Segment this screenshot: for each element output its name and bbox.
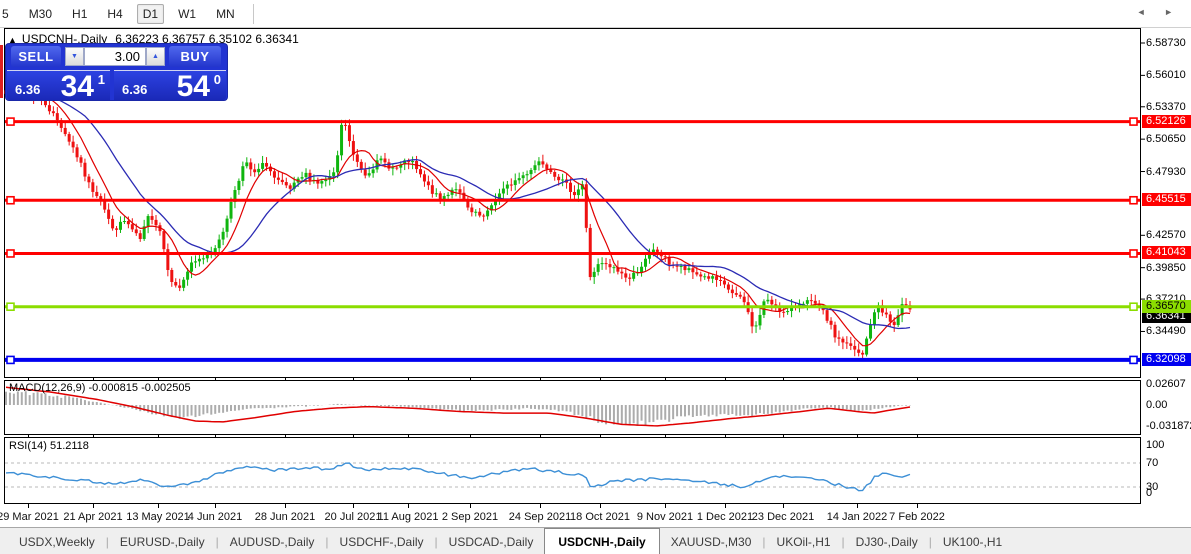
date-axis-label: 21 Apr 2021 [63, 511, 122, 523]
candles-group [5, 82, 912, 358]
date-axis-label: 2 Sep 2021 [442, 511, 498, 523]
price-axis-tick-label: 6.47930 [1146, 166, 1186, 179]
volume-increase-button[interactable]: ▲ [146, 47, 165, 66]
price-axis-tick-label: 6.50650 [1146, 133, 1186, 146]
horizontal-line-6.52126[interactable] [5, 118, 1140, 125]
date-axis-label: 11 Aug 2021 [378, 511, 439, 523]
date-axis-label: 14 Jan 2022 [827, 511, 888, 523]
price-axis-tick-label: 6.58730 [1146, 37, 1186, 50]
terminal-window: 5M30H1H4D1W1MN ▲USDCNH-,Daily6.36223 6.3… [0, 0, 1191, 554]
price-axis-tick-label: 6.42570 [1146, 229, 1186, 242]
macd-axis-tick-label: -0.031872 [1146, 420, 1191, 433]
macd-axis-tick-label: 0.00 [1146, 399, 1167, 412]
rsi-panel-border [5, 438, 1141, 504]
horizontal-line-6.32098[interactable] [5, 356, 1140, 363]
date-axis-label: 7 Feb 2022 [889, 511, 945, 523]
chart-tab-usdcad-daily[interactable]: USDCAD-,Daily [438, 535, 545, 549]
date-axis-label: 1 Dec 2021 [697, 511, 753, 523]
chart-tab-uk100-h1[interactable]: UK100-,H1 [932, 535, 1013, 549]
buy-price-small: 6.36 [122, 82, 147, 97]
date-axis-label: 24 Sep 2021 [509, 511, 571, 523]
sell-price-small: 6.36 [15, 82, 40, 97]
buy-button[interactable]: BUY [169, 46, 221, 67]
sell-price-panel[interactable]: 6.36 34 1 [7, 70, 110, 100]
trade-widget-top-row: SELL ▼ 3.00 ▲ BUY [6, 44, 227, 69]
level-price-label: 6.45515 [1142, 193, 1191, 206]
clipped-candle-fragment [0, 45, 3, 98]
volume-input[interactable]: 3.00 [84, 47, 146, 66]
sell-button[interactable]: SELL [11, 46, 61, 67]
buy-price-sup: 0 [214, 72, 221, 87]
price-axis-tick-label: 6.53370 [1146, 101, 1186, 114]
date-axis-label: 9 Nov 2021 [637, 511, 693, 523]
level-price-label: 6.36570 [1142, 300, 1191, 313]
date-axis-label: 18 Oct 2021 [570, 511, 630, 523]
horizontal-line-6.36570[interactable] [5, 303, 1140, 310]
date-axis-label: 29 Mar 2021 [0, 511, 59, 523]
rsi-indicator-label: RSI(14) 51.2118 [9, 440, 89, 452]
rsi-axis-tick-label: 100 [1146, 439, 1164, 452]
chart-tab-audusd-daily[interactable]: AUDUSD-,Daily [219, 535, 326, 549]
volume-decrease-button[interactable]: ▼ [65, 47, 84, 66]
chart-tab-dj30-daily[interactable]: DJ30-,Daily [845, 535, 929, 549]
one-click-trade-widget: SELL ▼ 3.00 ▲ BUY 6.36 34 1 6.36 54 0 [6, 44, 227, 100]
date-axis-label: 13 May 2021 [126, 511, 190, 523]
level-price-label: 6.41043 [1142, 246, 1191, 259]
date-axis-label: 4 Jun 2021 [188, 511, 242, 523]
chart-tab-usdcnh-daily[interactable]: USDCNH-,Daily [544, 528, 659, 554]
chart-tab-xauusd-m30[interactable]: XAUUSD-,M30 [660, 535, 763, 549]
sell-price-sup: 1 [98, 72, 105, 87]
price-axis-tick-label: 6.39850 [1146, 262, 1186, 275]
buy-price-panel[interactable]: 6.36 54 0 [114, 70, 226, 100]
rsi-axis-tick-label: 0 [1146, 487, 1152, 500]
sell-price-big: 34 [61, 72, 94, 102]
chart-tab-ukoil-h1[interactable]: UKOil-,H1 [766, 535, 842, 549]
chart-tab-bar: USDX,Weekly|EURUSD-,Daily|AUDUSD-,Daily|… [0, 527, 1191, 554]
chart-tab-usdchf-daily[interactable]: USDCHF-,Daily [329, 535, 435, 549]
chart-tab-usdx-weekly[interactable]: USDX,Weekly [8, 535, 106, 549]
level-price-label: 6.32098 [1142, 353, 1191, 366]
price-axis-tick-label: 6.34490 [1146, 325, 1186, 338]
macd-indicator-label: MACD(12,26,9) -0.000815 -0.002505 [9, 382, 191, 394]
ma-slow-line [6, 92, 910, 329]
date-axis-label: 20 Jul 2021 [325, 511, 382, 523]
chart-tab-eurusd-daily[interactable]: EURUSD-,Daily [109, 535, 216, 549]
date-axis-label: 28 Jun 2021 [255, 511, 316, 523]
tab-scroll-arrows[interactable]: ◄ ► [1137, 7, 1181, 17]
macd-axis-tick-label: 0.02607 [1146, 378, 1186, 391]
level-price-label: 6.52126 [1142, 115, 1191, 128]
rsi-axis-tick-label: 70 [1146, 457, 1158, 470]
buy-price-big: 54 [177, 72, 210, 102]
horizontal-line-6.45515[interactable] [5, 197, 1140, 204]
price-axis-tick-label: 6.56010 [1146, 69, 1186, 82]
horizontal-line-6.41043[interactable] [5, 250, 1140, 257]
date-axis-label: 23 Dec 2021 [752, 511, 814, 523]
